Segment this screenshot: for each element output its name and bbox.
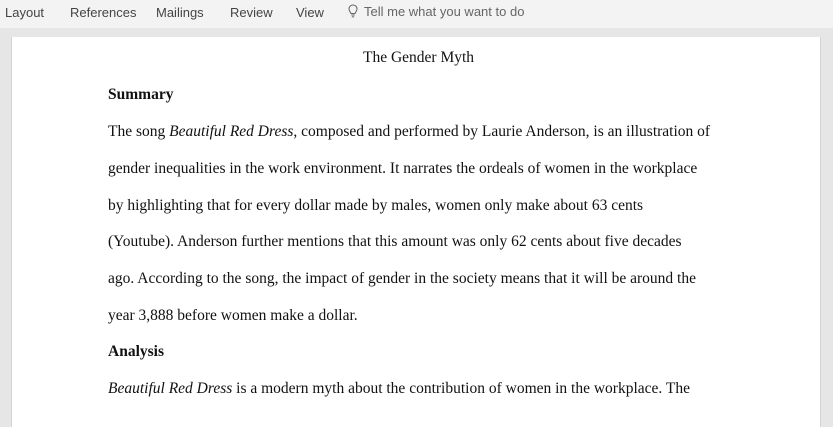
analysis-line: Beautiful Red Dress is a modern myth abo… bbox=[108, 380, 690, 397]
summary-line: ago. According to the song, the impact o… bbox=[108, 270, 696, 287]
tab-layout[interactable]: Layout bbox=[5, 5, 44, 20]
tell-me-search[interactable]: Tell me what you want to do bbox=[348, 4, 524, 19]
tell-me-label: Tell me what you want to do bbox=[364, 4, 525, 19]
document-page[interactable]: The Gender Myth Summary The song Beautif… bbox=[11, 37, 821, 427]
document-title: The Gender Myth bbox=[363, 49, 475, 66]
summary-line: by highlighting that for every dollar ma… bbox=[108, 197, 644, 214]
analysis-heading: Analysis bbox=[108, 343, 164, 360]
summary-line: gender inequalities in the work environm… bbox=[108, 160, 698, 177]
ribbon: Layout References Mailings Review View T… bbox=[0, 0, 833, 28]
tab-references[interactable]: References bbox=[70, 5, 136, 20]
summary-line: (Youtube). Anderson further mentions tha… bbox=[108, 233, 682, 250]
summary-line: year 3,888 before women make a dollar. bbox=[108, 307, 358, 324]
summary-heading: Summary bbox=[108, 86, 174, 103]
lightbulb-icon bbox=[348, 4, 358, 18]
tab-mailings[interactable]: Mailings bbox=[156, 5, 204, 20]
tab-review[interactable]: Review bbox=[230, 5, 273, 20]
tab-view[interactable]: View bbox=[296, 5, 324, 20]
summary-line: The song Beautiful Red Dress, composed a… bbox=[108, 123, 711, 140]
